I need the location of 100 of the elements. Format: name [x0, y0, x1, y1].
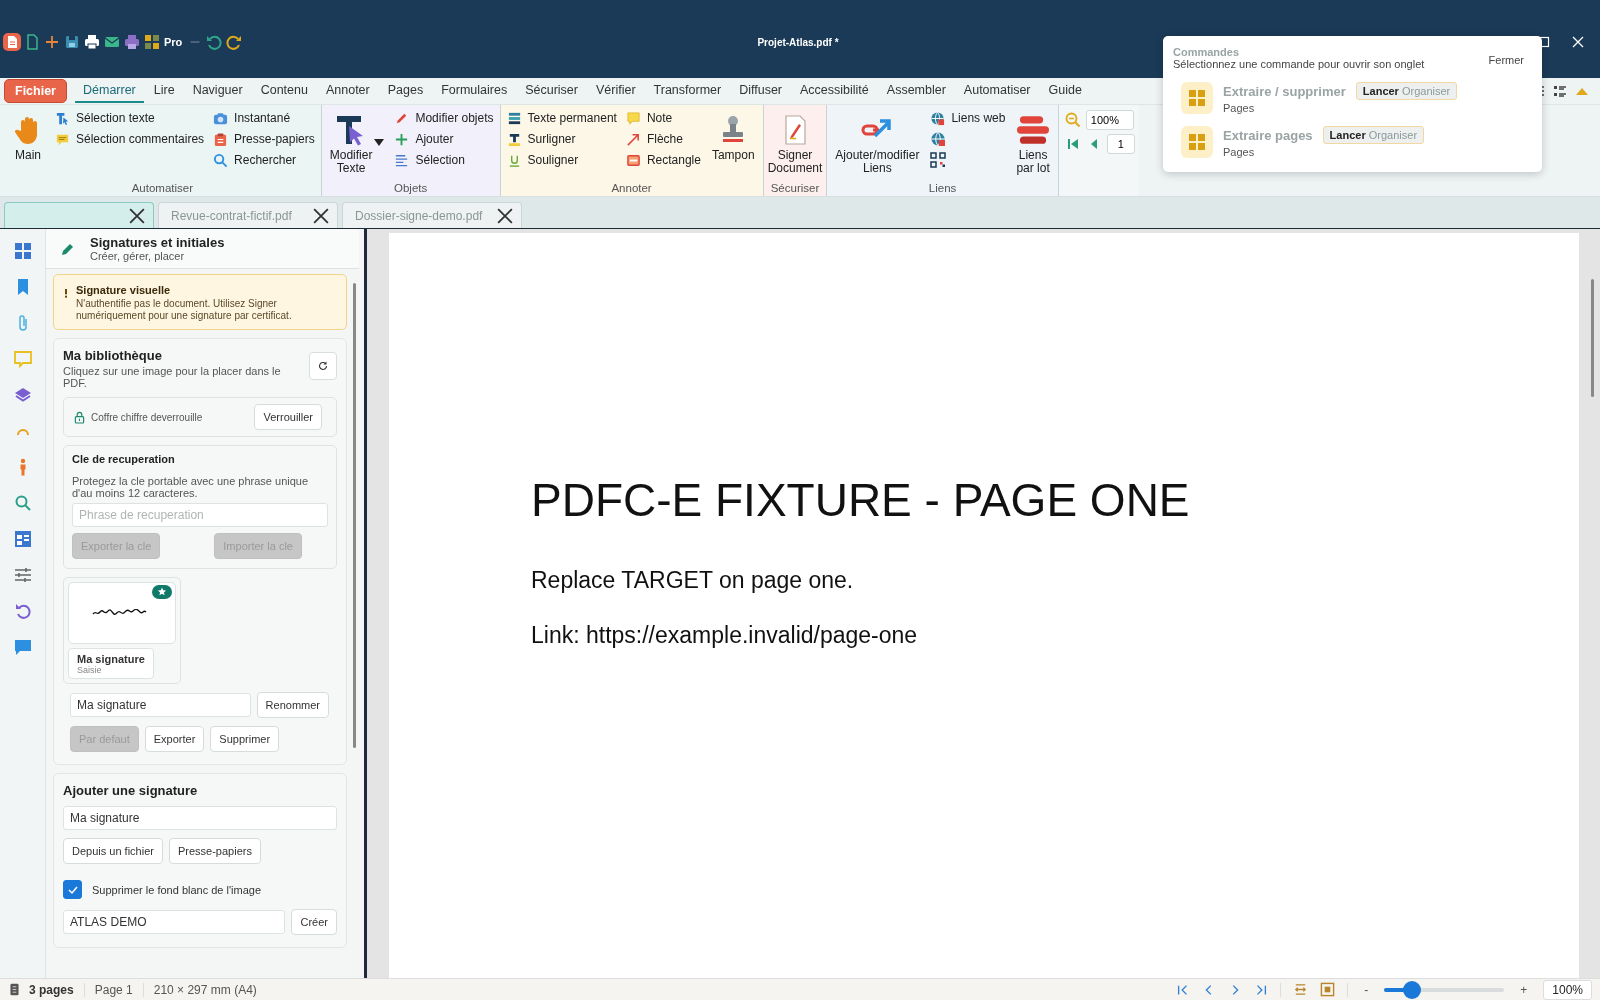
print-icon[interactable] — [82, 32, 102, 52]
scrollbar[interactable] — [1591, 279, 1594, 397]
panel-subtitle: Créer, gérer, placer — [90, 250, 186, 262]
refresh-button[interactable] — [309, 352, 337, 380]
import-button[interactable]: Presse-papiers — [168, 838, 261, 864]
clipboard-icon — [213, 131, 229, 147]
highlight-icon — [506, 131, 522, 147]
lock-icon — [74, 410, 85, 424]
caret-icon[interactable] — [373, 136, 386, 148]
fit-width-icon[interactable] — [1293, 982, 1309, 997]
splitter-handle[interactable] — [359, 229, 367, 978]
ribbon-tab[interactable]: Transformer — [645, 79, 730, 103]
thumbnails-icon[interactable] — [12, 241, 33, 261]
ribbon-tab[interactable]: Pages — [379, 79, 432, 103]
ribbon-button[interactable]: Tampon — [709, 108, 757, 162]
zoom-slider[interactable] — [1384, 980, 1505, 999]
input-field[interactable]: 1 — [1106, 134, 1135, 154]
ribbon-button[interactable]: Ajouter/modifier Liens — [833, 108, 922, 175]
ribbon-button[interactable]: Note — [625, 108, 701, 128]
ribbon-tab[interactable]: Automatiser — [955, 79, 1039, 103]
ribbon-tab[interactable]: Formulaires — [433, 79, 516, 103]
slider-thumb[interactable] — [1402, 980, 1421, 999]
ribbon-tab[interactable]: Naviguer — [184, 79, 251, 103]
ribbon-button[interactable]: Rectangle — [625, 150, 701, 170]
scrollbar[interactable] — [353, 283, 356, 748]
zoom-in-button[interactable]: + — [1516, 982, 1532, 997]
section-hint: Protegez la cle portable avec une phrase unique d'au moins 12 caracteres. — [72, 475, 310, 499]
vault-status: Coffre chiffre deverrouille — [91, 411, 204, 423]
ribbon-button[interactable]: Ajouter — [394, 129, 494, 149]
ribbon-tab[interactable]: Contenu — [252, 79, 316, 103]
ribbon-button[interactable]: Sélection texte — [55, 108, 205, 128]
ribbon-tab[interactable]: Démarrer — [75, 79, 144, 103]
ribbon-button[interactable]: Liens web — [930, 108, 1006, 128]
launch-button[interactable]: Lancer Organiser — [1355, 82, 1458, 100]
create-button[interactable]: Créer — [291, 909, 337, 935]
ribbon-button[interactable]: Instantané — [213, 108, 315, 128]
ribbon-button[interactable]: Souligner — [506, 150, 617, 170]
fit-page-icon[interactable] — [1320, 982, 1336, 997]
page-count: 3 pages — [29, 982, 74, 997]
close-icon[interactable] — [129, 207, 145, 224]
ribbon-button[interactable]: Sélection — [394, 150, 494, 170]
printer-icon[interactable] — [122, 32, 142, 52]
ribbon-button[interactable]: Flèche — [625, 129, 701, 149]
rename-button[interactable]: Renommer — [256, 692, 329, 718]
group-label: Objets — [393, 182, 429, 194]
ribbon-button[interactable]: Modifier objets — [394, 108, 494, 128]
search-icon — [213, 152, 229, 168]
launch-button[interactable]: Lancer Organiser — [1322, 126, 1425, 144]
action-button[interactable]: Exporter — [144, 726, 205, 752]
ribbon-tab[interactable]: Sécuriser — [517, 79, 586, 103]
page-text: Replace TARGET on page one. — [531, 567, 855, 594]
grid-icon[interactable] — [142, 32, 162, 52]
section-title: Ma bibliothèque — [63, 348, 163, 363]
chat-icon[interactable] — [12, 637, 33, 657]
ribbon-button[interactable]: Texte permanent — [506, 108, 617, 128]
ribbon-button[interactable]: Liens par lot — [1014, 108, 1052, 175]
ribbon-tab[interactable]: Lire — [145, 79, 183, 103]
zoom-out-button[interactable]: - — [1360, 982, 1373, 997]
globe-icon — [930, 110, 946, 126]
passphrase-field[interactable]: Phrase de recuperation — [72, 503, 328, 527]
lock-button[interactable]: Verrouiller — [254, 404, 322, 430]
page-text: Link: https://example.invalid/page-one — [531, 622, 919, 649]
close-icon[interactable] — [497, 207, 513, 224]
close-icon[interactable] — [313, 207, 329, 224]
text-field[interactable]: ATLAS DEMO — [63, 910, 286, 934]
name-field[interactable]: Ma signature — [63, 806, 337, 830]
ribbon-tab[interactable]: Vérifier — [587, 79, 644, 103]
pro-label[interactable]: Pro — [164, 36, 183, 48]
import-button[interactable]: Depuis un fichier — [63, 838, 163, 864]
close-button[interactable]: Fermer — [1488, 46, 1524, 66]
section-title: Cle de recuperation — [72, 453, 176, 465]
ribbon-button[interactable]: Surligner — [506, 129, 617, 149]
input-field[interactable]: 100% — [1085, 110, 1134, 130]
ribbon-button[interactable]: Sélection commentaires — [55, 129, 205, 149]
ribbon-button[interactable]: Presse-papiers — [213, 129, 315, 149]
ribbon-tab[interactable]: Diffuser — [731, 79, 790, 103]
ribbon-tab[interactable]: Assembler — [878, 79, 954, 103]
checkbox[interactable] — [63, 880, 82, 899]
warning-title: Signature visuelle — [76, 284, 172, 296]
action-button[interactable]: Supprimer — [210, 726, 280, 752]
zoom-field[interactable]: 100% — [1543, 979, 1592, 1000]
ribbon-button[interactable]: Main — [10, 108, 46, 162]
search-icon[interactable] — [12, 493, 33, 513]
ribbon-tab[interactable]: Annoter — [317, 79, 378, 103]
name-field[interactable]: Ma signature — [70, 693, 251, 717]
document-icon — [10, 983, 19, 996]
detail-list-icon[interactable] — [1552, 83, 1568, 99]
ribbon-tab[interactable]: Accessibilité — [792, 79, 877, 103]
layout-icon[interactable] — [12, 529, 33, 549]
section-hint: Cliquez sur une image pour la placer dans le PDF. — [63, 365, 282, 389]
ribbon-tab[interactable]: Guide — [1040, 79, 1090, 103]
group-label: Liens — [927, 182, 958, 194]
app-icon[interactable] — [2, 32, 22, 52]
globe-icon[interactable] — [930, 131, 947, 147]
ribbon-button[interactable]: Rechercher — [213, 150, 315, 170]
ribbon-button[interactable]: Modifier Texte — [327, 108, 375, 175]
ribbon-button[interactable]: Signer Document — [765, 108, 825, 175]
qr-code-icon[interactable] — [930, 152, 947, 168]
sliders-icon[interactable] — [12, 565, 33, 585]
signature-card[interactable]: Ma signature Saisie — [63, 577, 181, 684]
